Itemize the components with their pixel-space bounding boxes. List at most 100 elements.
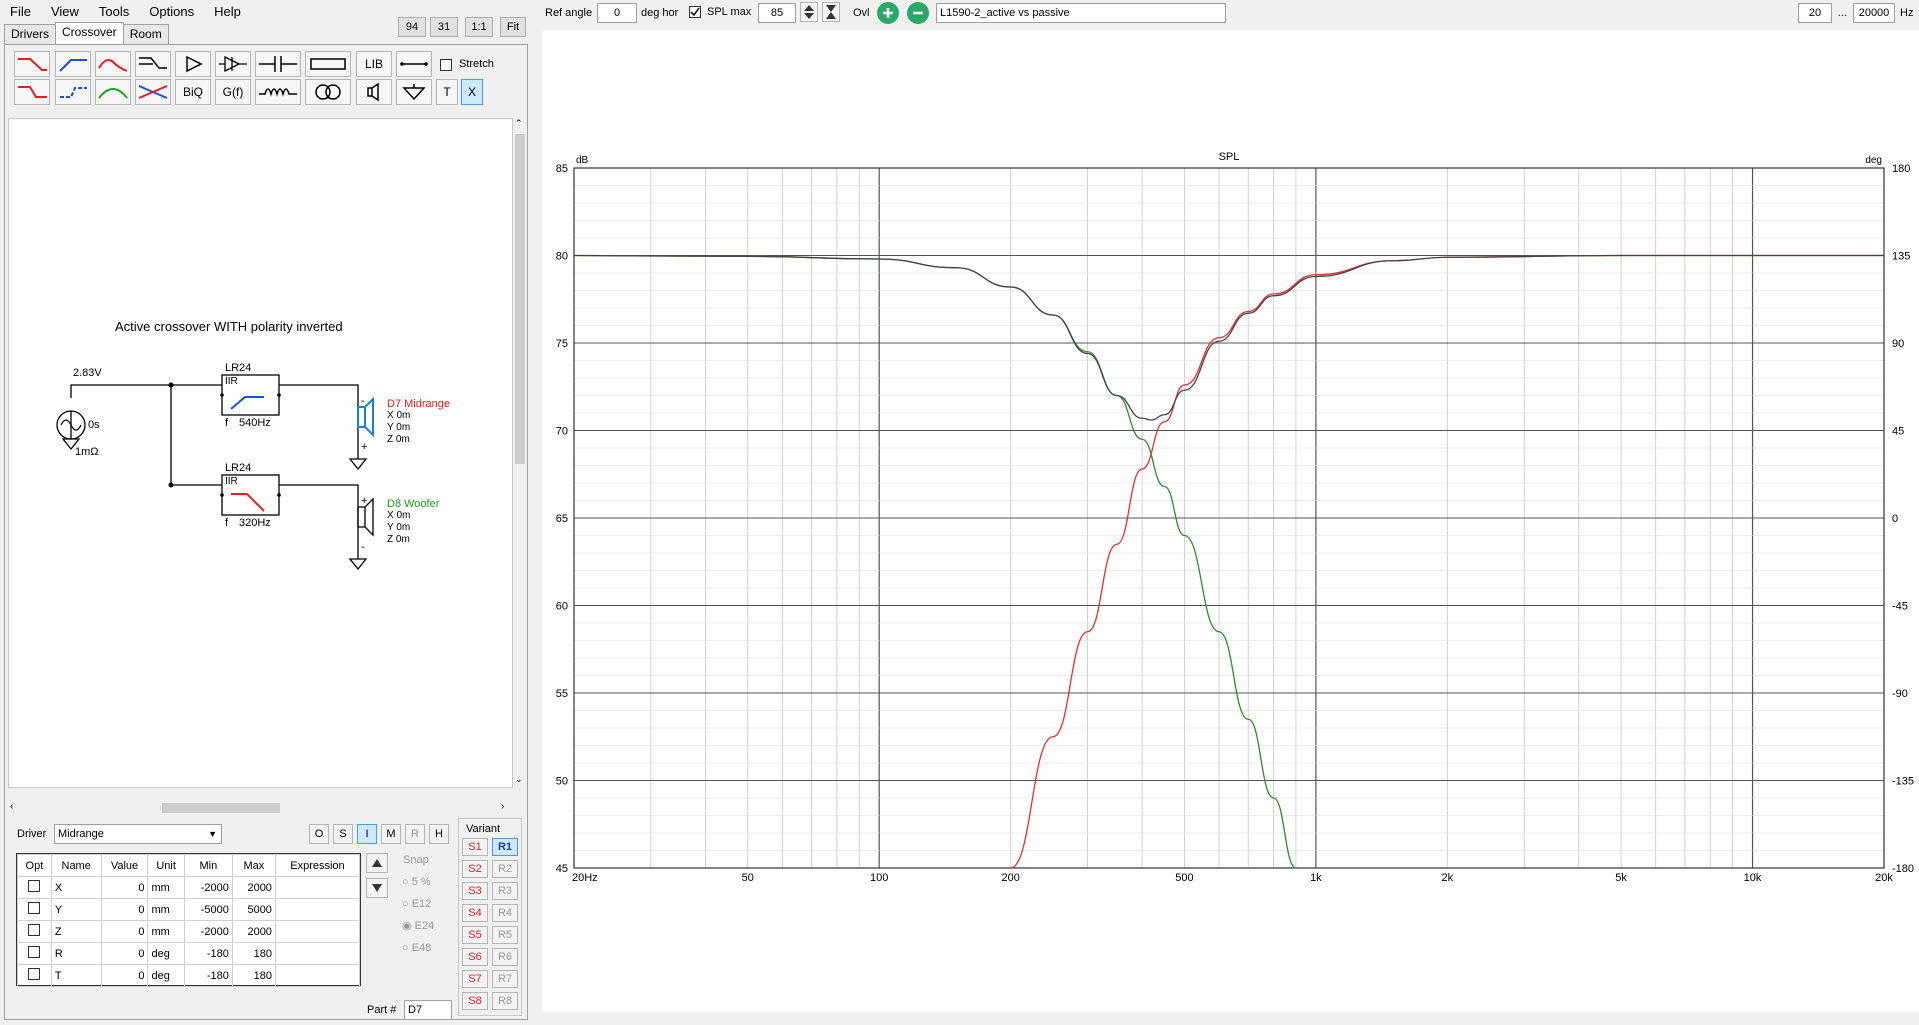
freq-min-input[interactable]: 20 [1798,3,1832,23]
vscroll-thumb[interactable] [515,134,525,464]
move-up-button[interactable] [366,853,388,873]
variant-s8-button[interactable]: S8 [462,992,488,1010]
gf-button[interactable]: G(f) [215,79,251,105]
wire-tool[interactable] [396,51,432,77]
spl-max-input[interactable]: 85 [758,3,796,23]
opt-checkbox[interactable] [28,924,41,936]
tab-room[interactable]: Room [122,24,169,44]
add-overlay-icon[interactable] [877,2,899,24]
highpass-red-tool[interactable] [14,51,50,77]
remove-overlay-icon[interactable] [907,2,929,24]
variant-s5-button[interactable]: S5 [462,926,488,944]
crossover-pair-tool[interactable] [135,79,171,105]
bandpass-green-tool[interactable] [95,79,131,105]
ref-angle-input[interactable]: 0 [597,3,637,23]
schematic-canvas[interactable]: Active crossover WITH polarity inverted … [8,118,513,788]
row-max[interactable]: 5000 [231,898,276,921]
schematic-hscroll[interactable]: ‹ › [8,801,513,815]
variant-s4-button[interactable]: S4 [462,904,488,922]
row-value[interactable]: 0 [100,964,149,987]
scroll-right-icon[interactable]: › [501,801,504,812]
variant-r3-button[interactable]: R3 [492,882,518,900]
row-value[interactable]: 0 [100,898,149,921]
variant-r5-button[interactable]: R5 [492,926,518,944]
row-expression[interactable] [274,876,361,899]
menu-view[interactable]: View [41,4,89,19]
capacitor-tool[interactable] [255,51,301,77]
zoom-value2-button[interactable]: 31 [430,17,458,37]
menu-help[interactable]: Help [204,4,251,19]
inductor-tool[interactable] [255,79,301,105]
row-min[interactable]: -180 [183,942,233,965]
lowpass-blue-tool[interactable] [55,51,91,77]
move-down-button[interactable] [366,878,388,898]
row-max[interactable]: 2000 [231,876,276,899]
library-button[interactable]: LIB [356,51,392,77]
schematic-vscroll[interactable]: ⌃ ⌄ [513,118,527,788]
opt-checkbox[interactable] [28,880,41,892]
row-expression[interactable] [274,964,361,987]
text-tool-button[interactable]: T [436,79,458,105]
overlay-title-input[interactable]: L1590-2_active vs passive [936,3,1226,23]
biquad-button[interactable]: BiQ [175,79,211,105]
row-expression[interactable] [274,942,361,965]
spl-max-checkbox[interactable] [689,6,701,18]
spl-chart-panel[interactable]: SPL dB deg 85 80 75 70 65 60 55 50 45 180 135 90 45 0 -45… [542,30,1919,1012]
menu-file[interactable]: File [0,4,41,19]
row-min[interactable]: -2000 [183,920,233,943]
variant-s1-button[interactable]: S1 [462,838,488,856]
speaker-tool[interactable] [356,79,392,105]
row-min[interactable]: -2000 [183,876,233,899]
snap-option-e12[interactable]: ○ E12 [402,893,434,915]
row-max[interactable]: 180 [231,942,276,965]
row-max[interactable]: 2000 [231,920,276,943]
shelf-tool[interactable] [135,51,171,77]
variant-s7-button[interactable]: S7 [462,970,488,988]
zoom-fit-button[interactable]: Fit [500,17,526,37]
opt-checkbox[interactable] [28,946,41,958]
bandpass-red-tool[interactable] [95,51,131,77]
variant-r8-button[interactable]: R8 [492,992,518,1010]
snap-option-5pct[interactable]: ○ 5 % [402,871,434,893]
row-value[interactable]: 0 [100,876,149,899]
menu-options[interactable]: Options [139,4,204,19]
spl-chart[interactable]: SPL dB deg 85 80 75 70 65 60 55 50 45 180 135 90 45 0 -45… [542,30,1919,1012]
menu-tools[interactable]: Tools [89,4,139,19]
scroll-down-icon[interactable]: ⌄ [515,774,523,785]
mode-h-button[interactable]: H [429,824,449,844]
variant-s2-button[interactable]: S2 [462,860,488,878]
zoom-1to1-button[interactable]: 1:1 [465,17,493,37]
opt-checkbox[interactable] [28,902,41,914]
variant-r7-button[interactable]: R7 [492,970,518,988]
tab-crossover[interactable]: Crossover [55,22,124,44]
mode-r-button[interactable]: R [405,824,425,844]
snap-option-e48[interactable]: ○ E48 [402,937,434,959]
row-value[interactable]: 0 [100,920,149,943]
ground-tool[interactable] [396,79,432,105]
buffer-tool[interactable] [215,51,251,77]
variant-r6-button[interactable]: R6 [492,948,518,966]
tab-drivers[interactable]: Drivers [4,24,56,44]
hscroll-thumb[interactable] [162,803,280,813]
row-value[interactable]: 0 [100,942,149,965]
spl-fit-icon[interactable] [822,2,840,22]
snap-option-e24[interactable]: ◉ E24 [402,915,434,937]
highpass-red2-tool[interactable] [14,79,50,105]
stretch-checkbox[interactable] [440,59,452,71]
row-max[interactable]: 180 [231,964,276,987]
x-tool-button[interactable]: X [461,79,483,105]
variant-r4-button[interactable]: R4 [492,904,518,922]
mode-m-button[interactable]: M [381,824,401,844]
mode-o-button[interactable]: O [309,824,329,844]
zoom-value-button[interactable]: 94 [398,17,426,37]
opt-checkbox[interactable] [28,968,41,980]
row-min[interactable]: -180 [183,964,233,987]
variant-s3-button[interactable]: S3 [462,882,488,900]
row-min[interactable]: -5000 [183,898,233,921]
driver-select[interactable]: Midrange ▼ [54,824,222,844]
spl-stepper-icon[interactable] [800,2,818,22]
scroll-left-icon[interactable]: ‹ [10,801,13,812]
row-expression[interactable] [274,898,361,921]
part-input[interactable]: D7 [404,1000,452,1020]
row-expression[interactable] [274,920,361,943]
